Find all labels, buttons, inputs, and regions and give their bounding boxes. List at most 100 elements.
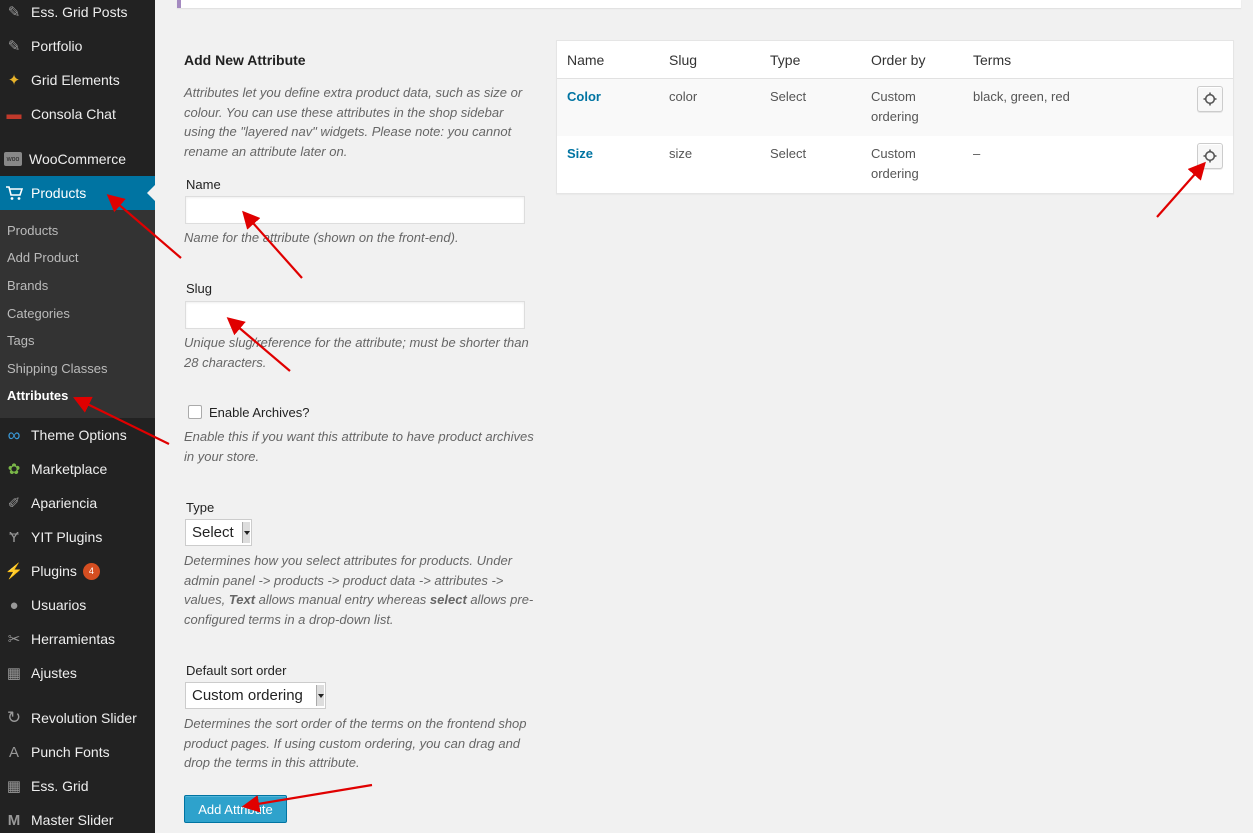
cart-icon [4,183,24,203]
menu-revolution-slider[interactable]: ↻ Revolution Slider [0,701,155,735]
menu-label: Master Slider [31,812,114,828]
attribute-order-by: Custom ordering [871,89,919,124]
slug-label: Slug [186,281,213,296]
grid-elements-icon: ✦ [7,72,21,89]
type-label: Type [186,500,215,515]
submenu-add-product[interactable]: Add Product [7,250,79,265]
menu-label: Ess. Grid [31,778,89,794]
menu-yit-plugins[interactable]: Ɏ YIT Plugins [0,520,155,554]
pin-icon: ✎ [7,4,21,21]
chat-icon: ▬ [6,105,22,123]
archives-description: Enable this if you want this attribute t… [184,429,534,464]
type-select-value: Select [192,524,234,541]
attributes-table: Name Slug Type Order by Terms Color colo… [556,40,1234,194]
col-name: Name [567,52,605,68]
submenu-attributes[interactable]: Attributes [7,388,68,403]
menu-label: Ess. Grid Posts [31,4,128,20]
sort-order-select[interactable]: Custom ordering [185,682,326,709]
submenu-tags[interactable]: Tags [7,333,34,348]
pin-icon: ✎ [7,38,21,55]
configure-terms-button[interactable] [1197,86,1223,112]
menu-products[interactable]: Products [0,176,155,210]
menu-apariencia[interactable]: ✐ Apariencia [0,486,155,520]
products-submenu: Products Add Product Brands Categories T… [0,210,155,418]
update-count-badge: 4 [82,562,100,580]
col-slug: Slug [669,52,698,68]
table-header: Name Slug Type Order by Terms [557,41,1233,79]
attribute-terms: – [973,146,981,161]
menu-plugins[interactable]: ⚡ Plugins 4 [0,554,155,588]
menu-label: Apariencia [31,495,98,511]
submenu-products[interactable]: Products [7,223,58,238]
admin-sidebar: ✎ Ess. Grid Posts ✎ Portfolio ✦ Grid Ele… [0,0,155,833]
attribute-type: Select [770,146,807,161]
menu-label: Grid Elements [31,72,120,88]
submenu-shipping-classes[interactable]: Shipping Classes [7,361,107,376]
attribute-name-link[interactable]: Color [567,87,601,107]
menu-label: Theme Options [31,427,127,443]
attribute-name-link[interactable]: Size [567,144,593,164]
sort-order-description: Determines the sort order of the terms o… [184,716,527,770]
col-terms: Terms [973,52,1012,68]
col-order-by: Order by [871,52,926,68]
sort-order-value: Custom ordering [192,687,303,704]
menu-punch-fonts[interactable]: A Punch Fonts [0,735,155,769]
name-input[interactable] [185,196,525,224]
gear-icon [1203,149,1217,163]
gear-icon [1203,92,1217,106]
form-intro: Attributes let you define extra product … [184,85,523,159]
enable-archives-checkbox[interactable] [188,405,202,419]
slug-input[interactable] [185,301,525,329]
menu-woocommerce[interactable]: woo WooCommerce [0,142,155,176]
type-description: Determines how you select attributes for… [184,553,534,627]
grid-icon: ▦ [6,778,22,795]
users-icon: ● [9,596,19,614]
menu-label: WooCommerce [29,151,126,167]
type-select[interactable]: Select [185,519,252,546]
menu-herramientas[interactable]: ✂ Herramientas [0,622,155,656]
table-row: Color color Select Custom ordering black,… [557,79,1233,136]
menu-label: Revolution Slider [31,710,137,726]
menu-label: Herramientas [31,631,116,647]
font-icon: A [8,743,19,761]
attribute-terms: black, green, red [973,89,1070,104]
menu-label: Products [31,185,87,201]
menu-label: Portfolio [31,38,83,54]
menu-label: Marketplace [31,461,108,477]
settings-icon: ▦ [6,665,22,682]
menu-theme-options[interactable]: ∞ Theme Options [0,418,155,452]
menu-ess-grid-posts[interactable]: ✎ Ess. Grid Posts [0,0,155,29]
submenu-brands[interactable]: Brands [7,278,48,293]
menu-usuarios[interactable]: ● Usuarios [0,588,155,622]
menu-label: Consola Chat [31,106,116,122]
attribute-order-by: Custom ordering [871,146,919,181]
attribute-slug: size [669,146,693,161]
notice-box [177,0,1241,8]
master-slider-icon: M [7,811,21,829]
menu-label: Usuarios [31,597,87,613]
menu-ess-grid[interactable]: ▦ Ess. Grid [0,769,155,803]
woocommerce-icon: woo [4,152,22,166]
name-label: Name [186,177,221,192]
submenu-categories[interactable]: Categories [7,306,70,321]
menu-ajustes[interactable]: ▦ Ajustes [0,656,155,690]
name-description: Name for the attribute (shown on the fro… [184,230,459,245]
plugin-icon: ⚡ [4,563,24,580]
attribute-type: Select [770,89,807,104]
yit-icon: Ɏ [8,528,19,546]
menu-consola-chat[interactable]: ▬ Consola Chat [0,97,155,131]
menu-label: Plugins [31,563,77,579]
menu-master-slider[interactable]: M Master Slider [0,803,155,833]
add-attribute-button[interactable]: Add Attribute [184,795,287,823]
configure-terms-button[interactable] [1197,143,1223,169]
brush-icon: ✐ [7,495,21,512]
menu-portfolio[interactable]: ✎ Portfolio [0,29,155,63]
menu-label: YIT Plugins [31,529,103,545]
col-type: Type [770,52,801,68]
marketplace-icon: ✿ [7,461,21,478]
menu-grid-elements[interactable]: ✦ Grid Elements [0,63,155,97]
sort-order-label: Default sort order [186,663,287,678]
menu-marketplace[interactable]: ✿ Marketplace [0,452,155,486]
dropdown-arrow-icon [242,522,250,543]
attribute-slug: color [669,89,698,104]
